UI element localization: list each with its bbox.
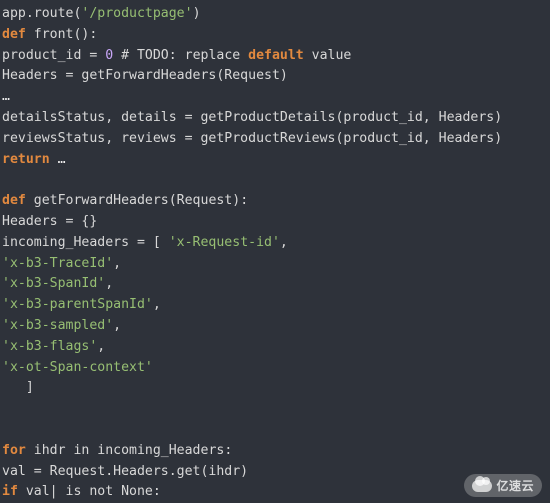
code-line: Headers = getForwardHeaders(Request) bbox=[2, 68, 288, 83]
code-line: 'x-b3-parentSpanId', bbox=[2, 297, 161, 312]
code-line: detailsStatus, details = getProductDetai… bbox=[2, 110, 502, 125]
code-line: if val| is not None: bbox=[2, 484, 161, 499]
code-line: 'x-b3-SpanId', bbox=[2, 276, 113, 291]
code-line: return … bbox=[2, 152, 66, 167]
code-line: reviewsStatus, reviews = getProductRevie… bbox=[2, 131, 502, 146]
watermark: 亿速云 bbox=[464, 474, 542, 497]
code-line: val = Request.Headers.get(ihdr) bbox=[2, 464, 248, 479]
code-line: incoming_Headers = [ 'x-Request-id', bbox=[2, 235, 288, 250]
code-block: app.route('/productpage') def front(): p… bbox=[0, 0, 550, 503]
cloud-icon bbox=[472, 480, 492, 492]
code-line: 'x-b3-TraceId', bbox=[2, 256, 121, 271]
code-line: 'x-ot-Span-context' bbox=[2, 360, 153, 375]
code-line: 'x-b3-sampled', bbox=[2, 318, 121, 333]
code-line: … bbox=[2, 89, 10, 104]
code-line: product_id = 0 # TODO: replace default v… bbox=[2, 48, 351, 63]
code-line: 'x-b3-flags', bbox=[2, 339, 105, 354]
code-line: Headers = {} bbox=[2, 214, 97, 229]
code-line: def front(): bbox=[2, 27, 97, 42]
code-line: def getForwardHeaders(Request): bbox=[2, 193, 248, 208]
code-line: ] bbox=[2, 380, 34, 395]
watermark-text: 亿速云 bbox=[496, 477, 534, 494]
code-line: for ihdr in incoming_Headers: bbox=[2, 443, 232, 458]
code-line: app.route('/productpage') bbox=[2, 6, 201, 21]
